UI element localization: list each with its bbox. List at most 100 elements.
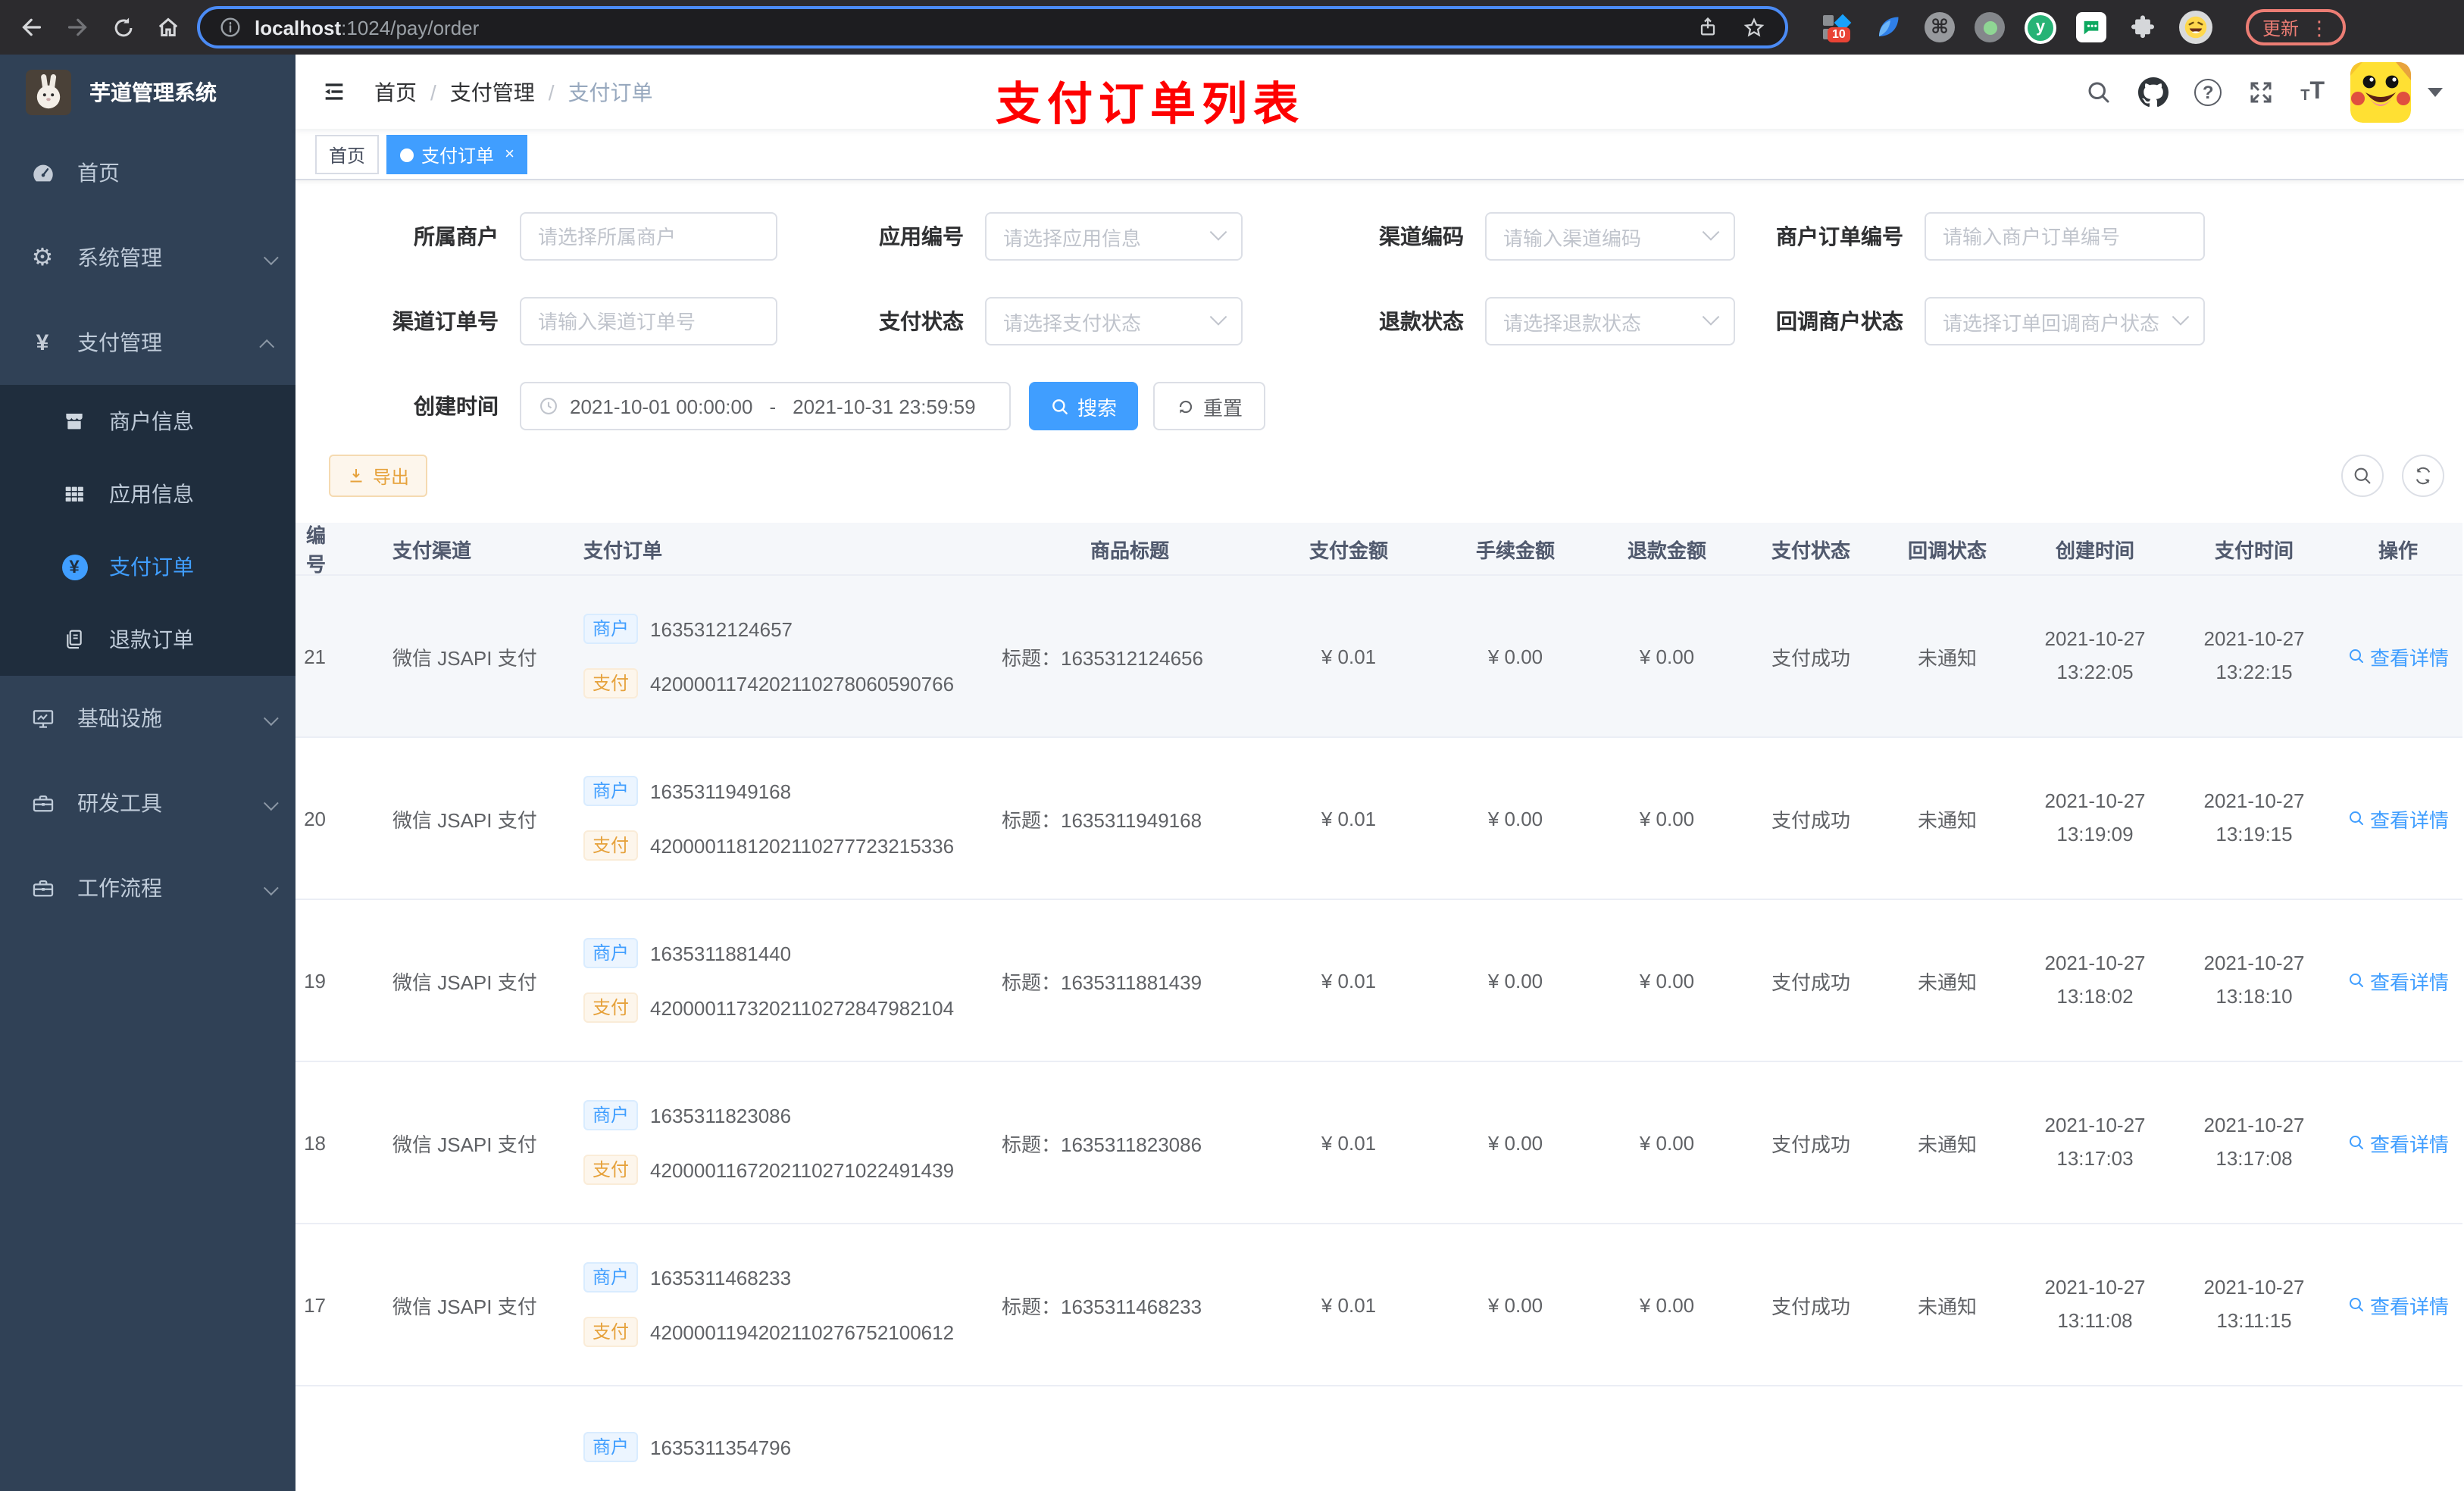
pay-order-cell: 商户 1635311949168 支付 42000011812021102777232… bbox=[568, 776, 993, 861]
tab-home[interactable]: 首页 bbox=[315, 135, 380, 174]
bookmark-star-icon[interactable] bbox=[1741, 14, 1767, 40]
document-icon bbox=[61, 627, 88, 652]
export-button[interactable]: 导出 bbox=[329, 455, 428, 497]
table-row: 18 微信 JSAPI 支付 商户 1635311823086 支付 4200001167… bbox=[295, 1062, 2462, 1224]
merchant-order-no-filter-input[interactable] bbox=[1925, 212, 2205, 261]
view-detail-link[interactable]: 查看详情 bbox=[2347, 966, 2449, 995]
col-header-fee: 手续金额 bbox=[1475, 539, 1555, 561]
chevron-down-icon bbox=[1209, 308, 1227, 326]
tab-pay-order[interactable]: 支付订单 × bbox=[386, 135, 528, 174]
sidebar-item-dev-tools[interactable]: 研发工具 bbox=[0, 761, 295, 846]
order-number: 1635311881440 bbox=[650, 942, 792, 964]
view-detail-link[interactable]: 查看详情 bbox=[2347, 804, 2449, 833]
create-time-filter-label: 创建时间 bbox=[414, 394, 499, 418]
extension-dot-icon[interactable] bbox=[1975, 12, 2005, 42]
help-icon[interactable]: ? bbox=[2194, 78, 2222, 105]
pay-order-cell: 商户 1635312124657 支付 42000011742021102780605… bbox=[568, 614, 993, 699]
channel-code-filter-select[interactable]: 请输入渠道编码 bbox=[1485, 212, 1735, 261]
font-size-icon[interactable]: TT bbox=[2300, 79, 2325, 104]
browser-forward-button[interactable] bbox=[61, 11, 94, 44]
refresh-button[interactable] bbox=[2402, 455, 2444, 497]
extension-y-icon[interactable]: y bbox=[2025, 11, 2056, 43]
sidebar-item-infrastructure[interactable]: 基础设施 bbox=[0, 676, 295, 761]
refund-amount-cell: ¥ 0.00 bbox=[1639, 1293, 1695, 1316]
sidebar-item-app-info[interactable]: 应用信息 bbox=[0, 458, 295, 530]
pay-channel-cell: 微信 JSAPI 支付 bbox=[392, 646, 537, 669]
sidebar-item-merchant-info[interactable]: 商户信息 bbox=[0, 385, 295, 458]
order-number: 1635311949168 bbox=[650, 780, 792, 802]
merchant-filter-input[interactable] bbox=[520, 212, 777, 261]
fullscreen-icon[interactable] bbox=[2247, 78, 2275, 105]
sidebar-logo[interactable]: 芋道管理系统 bbox=[0, 55, 295, 130]
sidebar-item-workflow[interactable]: 工作流程 bbox=[0, 846, 295, 930]
search-icon[interactable] bbox=[2085, 78, 2112, 105]
col-header-notify-status: 回调状态 bbox=[1907, 539, 1987, 561]
channel-order-no-filter-label: 渠道订单号 bbox=[392, 309, 499, 333]
pay-amount-cell: ¥ 0.01 bbox=[1321, 807, 1377, 830]
pay-status-filter-select[interactable]: 请选择支付状态 bbox=[985, 297, 1243, 345]
browser-home-button[interactable] bbox=[152, 11, 185, 44]
sidebar-item-payment[interactable]: ¥ 支付管理 bbox=[0, 300, 295, 385]
sidebar-item-pay-order[interactable]: ¥ 支付订单 bbox=[0, 530, 295, 603]
app-filter-select[interactable]: 请选择应用信息 bbox=[985, 212, 1243, 261]
tags-view: 首页 支付订单 × bbox=[295, 129, 2464, 180]
sidebar-item-refund-order[interactable]: 退款订单 bbox=[0, 603, 295, 676]
pay-status-cell: 支付成功 bbox=[1771, 646, 1850, 669]
table-header-row: 编号 支付渠道 支付订单 商品标题 支付金额 手续金额 退款金额 支付状态 回调… bbox=[295, 523, 2462, 576]
fee-amount-cell: ¥ 0.00 bbox=[1487, 969, 1543, 992]
hamburger-icon[interactable] bbox=[308, 55, 359, 129]
extension-command-icon[interactable]: ⌘ bbox=[1925, 12, 1955, 42]
browser-menu-icon[interactable]: ⋮ bbox=[2309, 17, 2329, 37]
sidebar-item-home[interactable]: 首页 bbox=[0, 130, 295, 215]
extension-kite-icon[interactable] bbox=[1871, 11, 1905, 44]
close-icon[interactable]: × bbox=[502, 145, 514, 163]
toggle-search-button[interactable] bbox=[2341, 455, 2384, 497]
breadcrumb-home[interactable]: 首页 bbox=[374, 77, 417, 107]
github-icon[interactable] bbox=[2138, 77, 2169, 107]
refund-status-filter-select[interactable]: 请选择退款状态 bbox=[1485, 297, 1735, 345]
sidebar-item-label: 首页 bbox=[77, 161, 120, 185]
col-header-id: 编号 bbox=[305, 524, 326, 576]
pay-amount-cell: ¥ 0.01 bbox=[1321, 969, 1377, 992]
notify-status-cell: 未通知 bbox=[1917, 1133, 1977, 1155]
create-time-cell: 2021-10-27 13:11:08 bbox=[2044, 1276, 2146, 1332]
briefcase-icon bbox=[29, 875, 56, 901]
fee-amount-cell: ¥ 0.00 bbox=[1487, 1293, 1543, 1316]
sidebar-item-label: 退款订单 bbox=[109, 627, 194, 652]
address-bar[interactable]: localhost:1024/pay/order bbox=[197, 6, 1788, 48]
user-avatar[interactable] bbox=[2350, 61, 2411, 122]
order-number: 4200001174202110278060590766 bbox=[650, 672, 955, 695]
update-label: 更新 bbox=[2262, 17, 2300, 39]
reset-button[interactable]: 重置 bbox=[1153, 382, 1266, 430]
pay-order-cell: 商户 1635311354796 bbox=[568, 1432, 993, 1462]
browser-back-button[interactable] bbox=[15, 11, 48, 44]
site-info-icon[interactable] bbox=[218, 15, 242, 39]
range-start-value: 2021-10-01 00:00:00 bbox=[570, 395, 753, 417]
browser-update-button[interactable]: 更新 ⋮ bbox=[2246, 9, 2347, 45]
order-number: 1635311354796 bbox=[650, 1436, 792, 1458]
view-detail-link[interactable]: 查看详情 bbox=[2347, 642, 2449, 670]
share-icon[interactable] bbox=[1696, 15, 1720, 39]
pay-time-cell: 2021-10-27 13:19:15 bbox=[2203, 789, 2305, 846]
search-button[interactable]: 搜索 bbox=[1029, 382, 1139, 430]
caret-down-icon[interactable] bbox=[2428, 87, 2443, 96]
extension-grid-icon[interactable]: 10 bbox=[1818, 11, 1852, 44]
sidebar: 芋道管理系统 首页 ⚙ 系统管理 ¥ 支付管理 商户信息 应用信息 ¥ 支付订单… bbox=[0, 55, 295, 1491]
view-detail-link[interactable]: 查看详情 bbox=[2347, 1128, 2449, 1157]
notify-status-filter-select[interactable]: 请选择订单回调商户状态 bbox=[1925, 297, 2205, 345]
chevron-down-icon bbox=[1702, 308, 1720, 326]
create-time-range-picker[interactable]: 2021-10-01 00:00:00 - 2021-10-31 23:59:5… bbox=[520, 382, 1011, 430]
order-number: 4200001194202110276752100612 bbox=[650, 1321, 955, 1343]
channel-order-no-filter-input[interactable] bbox=[520, 297, 777, 345]
navbar: 首页 / 支付管理 / 支付订单 ? T T bbox=[295, 55, 2464, 129]
extensions-puzzle-icon[interactable] bbox=[2126, 11, 2159, 44]
order-number: 4200001181202110277723215336 bbox=[650, 834, 955, 857]
browser-reload-button[interactable] bbox=[106, 11, 139, 44]
profile-avatar-icon[interactable] bbox=[2179, 11, 2212, 44]
monitor-chart-icon bbox=[29, 705, 56, 731]
extension-chat-icon[interactable] bbox=[2076, 12, 2106, 42]
sidebar-item-label: 应用信息 bbox=[109, 482, 194, 506]
sidebar-item-system[interactable]: ⚙ 系统管理 bbox=[0, 215, 295, 300]
breadcrumb-section[interactable]: 支付管理 bbox=[450, 77, 535, 107]
view-detail-link[interactable]: 查看详情 bbox=[2347, 1290, 2449, 1319]
